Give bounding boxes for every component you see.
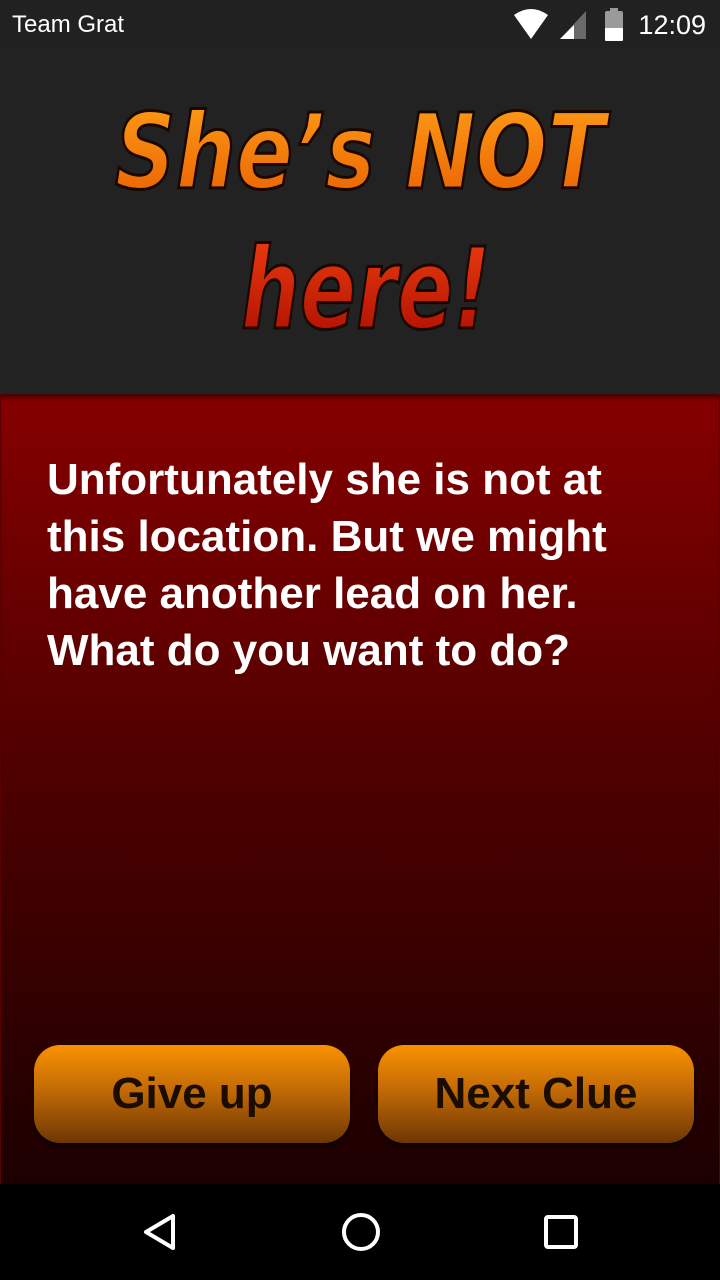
give-up-label: Give up <box>111 1069 273 1118</box>
recents-square-icon <box>544 1215 578 1249</box>
header: She’s NOT here! <box>0 50 720 394</box>
screen: Team Grat 12:09 She’s NOT here! Unfortun… <box>0 0 720 1280</box>
back-triangle-icon <box>144 1214 175 1250</box>
home-button[interactable] <box>331 1202 391 1262</box>
back-button[interactable] <box>130 1202 190 1262</box>
wifi-icon <box>512 9 550 41</box>
content-panel: Unfortunately she is not at this locatio… <box>0 394 720 1184</box>
clock: 12:09 <box>638 9 706 40</box>
battery-icon <box>604 8 624 42</box>
next-clue-label: Next Clue <box>434 1069 638 1118</box>
next-clue-button[interactable]: Next Clue <box>378 1045 694 1143</box>
status-message: Unfortunately she is not at this locatio… <box>47 455 607 675</box>
cell-signal-icon <box>558 9 588 41</box>
give-up-button[interactable]: Give up <box>34 1045 350 1143</box>
recents-button[interactable] <box>531 1202 591 1262</box>
title-line-2: here! <box>241 225 491 355</box>
title-line-1: She’s NOT <box>115 91 611 213</box>
page-title: She’s NOT here! <box>114 90 613 357</box>
home-circle-icon <box>342 1213 380 1251</box>
navigation-bar <box>0 1184 720 1280</box>
status-bar: Team Grat 12:09 <box>0 0 720 50</box>
carrier-name: Team Grat <box>12 11 125 38</box>
status-icons: 12:09 <box>512 6 706 44</box>
